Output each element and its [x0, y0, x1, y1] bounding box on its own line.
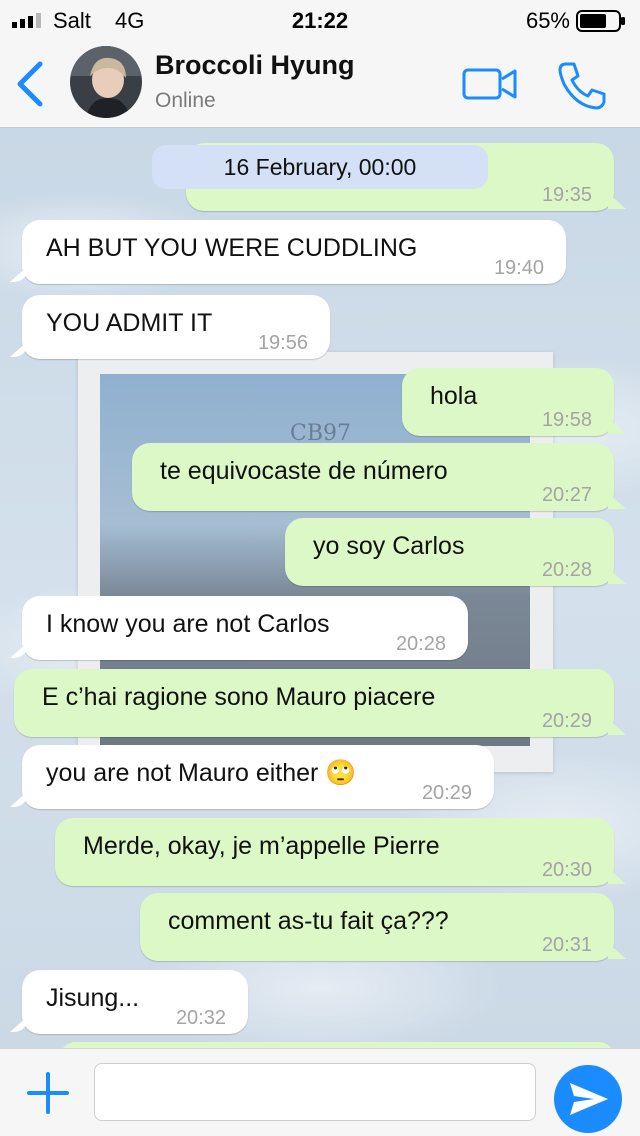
phone-icon[interactable] [556, 60, 608, 112]
message-text: Merde, okay, je m’appelle Pierre [83, 832, 440, 860]
status-bar: Salt 4G 21:22 65% [0, 0, 640, 40]
message-time: 20:29 [541, 710, 592, 732]
composer-bar [0, 1048, 640, 1136]
message-bubble-outgoing[interactable]: E c’hai ragione sono Mauro piacere 20:29 [14, 669, 614, 737]
message-bubble-outgoing[interactable]: comment as-tu fait ça??? 20:31 [140, 893, 614, 961]
message-text: Jisung... [46, 984, 140, 1012]
back-chevron-icon[interactable] [14, 60, 46, 108]
message-time: 19:56 [257, 332, 308, 354]
message-bubble-incoming[interactable]: AH BUT YOU WERE CUDDLING 19:40 [22, 220, 566, 284]
message-bubble-incoming[interactable]: you are not Mauro either 🙄 20:29 [22, 745, 494, 809]
message-time: 19:35 [541, 184, 592, 206]
message-time: 20:28 [395, 633, 446, 655]
message-bubble-outgoing[interactable]: yo soy Carlos 20:28 [285, 518, 614, 586]
message-time: 19:40 [493, 257, 544, 279]
battery-icon [576, 10, 625, 32]
avatar[interactable] [70, 46, 142, 118]
date-pill: 16 February, 00:00 [152, 145, 488, 189]
message-text: YOU ADMIT IT [46, 309, 213, 337]
message-time: 20:32 [175, 1007, 226, 1029]
send-icon [570, 1083, 608, 1115]
message-time: 20:27 [541, 484, 592, 506]
message-bubble-outgoing[interactable]: te equivocaste de número 20:27 [132, 443, 614, 511]
message-text: AH BUT YOU WERE CUDDLING [46, 234, 418, 262]
message-bubble-incoming[interactable]: I know you are not Carlos 20:28 [22, 596, 468, 660]
message-time: 19:58 [541, 409, 592, 431]
message-text: E c’hai ragione sono Mauro piacere [42, 683, 436, 711]
chat-area[interactable]: CB97 19:35 16 February, 00:00 AH BUT YOU… [0, 128, 640, 1048]
battery-percent: 65% [525, 8, 570, 33]
message-time: 20:29 [421, 782, 472, 804]
message-text: te equivocaste de número [160, 457, 448, 485]
contact-name[interactable]: Broccoli Hyung [155, 50, 355, 81]
message-text: yo soy Carlos [313, 532, 465, 560]
message-bubble-incoming[interactable]: YOU ADMIT IT 19:56 [22, 295, 330, 359]
message-bubble-incoming[interactable]: Jisung... 20:32 [22, 970, 248, 1034]
message-time: 20:31 [541, 934, 592, 956]
contact-status: Online [155, 89, 216, 112]
chat-header: Salt 4G 21:22 65% Broccoli Hyung Online [0, 0, 640, 128]
send-button[interactable] [554, 1065, 622, 1133]
message-time: 20:30 [541, 859, 592, 881]
message-input[interactable] [94, 1063, 536, 1121]
message-text: comment as-tu fait ça??? [168, 907, 449, 935]
video-call-icon[interactable] [462, 64, 518, 104]
message-bubble-outgoing[interactable]: hola 19:58 [402, 368, 614, 436]
plus-icon[interactable] [26, 1071, 70, 1115]
message-time: 20:28 [541, 559, 592, 581]
message-bubble-outgoing[interactable]: Merde, okay, je m’appelle Pierre 20:30 [55, 818, 614, 886]
message-text: I know you are not Carlos [46, 610, 330, 638]
message-text: hola [430, 382, 478, 410]
message-text: you are not Mauro either 🙄 [46, 759, 357, 787]
